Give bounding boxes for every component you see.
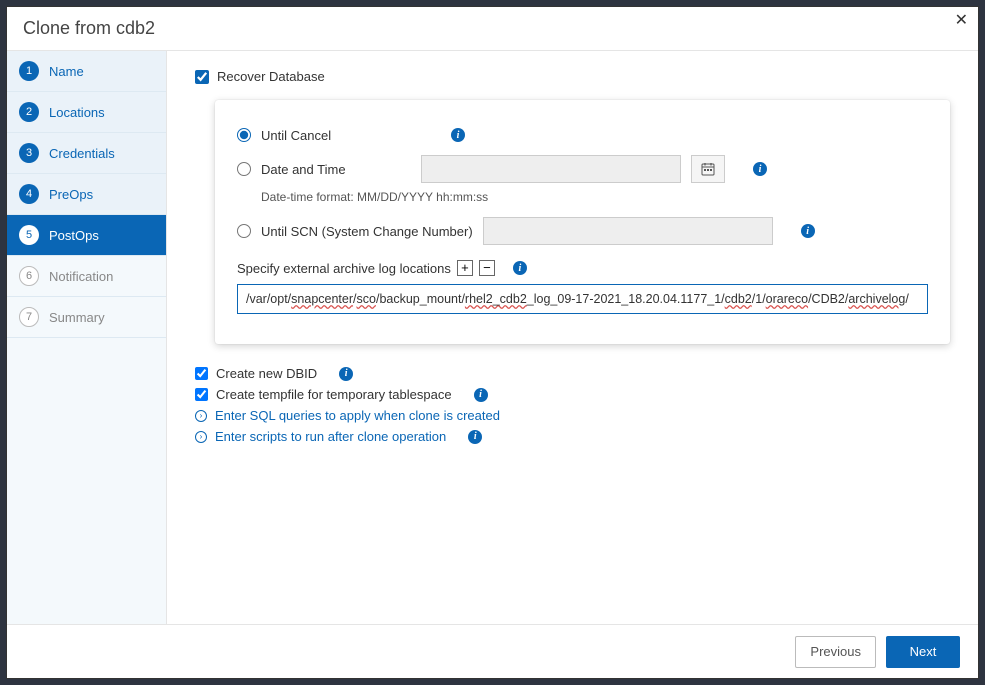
archive-locations-label: Specify external archive log locations [237, 261, 451, 276]
sql-queries-expand[interactable]: Enter SQL queries to apply when clone is… [195, 408, 950, 423]
create-new-dbid-row: Create new DBID [195, 366, 950, 381]
step-label: Credentials [49, 146, 115, 161]
create-tempfile-label: Create tempfile for temporary tablespace [216, 387, 452, 402]
info-icon[interactable] [753, 162, 767, 176]
step-label: Locations [49, 105, 105, 120]
step-credentials[interactable]: 3 Credentials [7, 133, 166, 174]
until-cancel-label: Until Cancel [261, 128, 411, 143]
archive-path-input[interactable]: /var/opt/snapcenter/sco/backup_mount/rhe… [237, 284, 928, 314]
recover-database-label: Recover Database [217, 69, 325, 84]
recover-options-card: Until Cancel Date and Time Date-time for… [215, 100, 950, 344]
step-postops[interactable]: 5 PostOps [7, 215, 166, 256]
recover-database-row: Recover Database [195, 69, 950, 84]
main-panel: Recover Database Until Cancel Date and T… [167, 51, 978, 624]
previous-button[interactable]: Previous [795, 636, 876, 668]
scn-input[interactable] [483, 217, 773, 245]
remove-location-button[interactable]: − [479, 260, 495, 276]
dialog-body: 1 Name 2 Locations 3 Credentials 4 PreOp… [7, 51, 978, 624]
info-icon[interactable] [513, 261, 527, 275]
info-icon[interactable] [474, 388, 488, 402]
scripts-label: Enter scripts to run after clone operati… [215, 429, 446, 444]
step-number: 7 [19, 307, 39, 327]
until-scn-label: Until SCN (System Change Number) [261, 224, 473, 239]
info-icon[interactable] [468, 430, 482, 444]
recover-database-checkbox[interactable] [195, 70, 209, 84]
step-number: 2 [19, 102, 39, 122]
step-number: 4 [19, 184, 39, 204]
titlebar: Clone from cdb2 ✕ [7, 7, 978, 51]
dialog-title: Clone from cdb2 [23, 18, 155, 39]
close-icon[interactable]: ✕ [955, 13, 968, 29]
step-number: 6 [19, 266, 39, 286]
date-time-label: Date and Time [261, 162, 411, 177]
archive-locations-row: Specify external archive log locations +… [237, 260, 928, 276]
step-number: 3 [19, 143, 39, 163]
scripts-expand[interactable]: Enter scripts to run after clone operati… [195, 429, 950, 444]
additional-options: Create new DBID Create tempfile for temp… [195, 366, 950, 450]
step-name[interactable]: 1 Name [7, 51, 166, 92]
date-time-radio[interactable] [237, 162, 251, 176]
step-label: PostOps [49, 228, 99, 243]
info-icon[interactable] [451, 128, 465, 142]
info-icon[interactable] [339, 367, 353, 381]
step-label: Name [49, 64, 84, 79]
step-summary: 7 Summary [7, 297, 166, 338]
step-preops[interactable]: 4 PreOps [7, 174, 166, 215]
step-label: PreOps [49, 187, 93, 202]
step-notification: 6 Notification [7, 256, 166, 297]
create-new-dbid-checkbox[interactable] [195, 367, 208, 380]
chevron-right-icon [195, 431, 207, 443]
until-scn-radio[interactable] [237, 224, 251, 238]
date-time-row: Date and Time [237, 152, 928, 186]
create-new-dbid-label: Create new DBID [216, 366, 317, 381]
step-number: 5 [19, 225, 39, 245]
clone-dialog: Clone from cdb2 ✕ 1 Name 2 Locations 3 C… [6, 6, 979, 679]
info-icon[interactable] [801, 224, 815, 238]
next-button[interactable]: Next [886, 636, 960, 668]
step-number: 1 [19, 61, 39, 81]
wizard-sidebar: 1 Name 2 Locations 3 Credentials 4 PreOp… [7, 51, 167, 624]
date-time-hint: Date-time format: MM/DD/YYYY hh:mm:ss [261, 190, 928, 204]
until-scn-row: Until SCN (System Change Number) [237, 214, 928, 248]
until-cancel-row: Until Cancel [237, 118, 928, 152]
until-cancel-radio[interactable] [237, 128, 251, 142]
create-tempfile-checkbox[interactable] [195, 388, 208, 401]
date-time-input[interactable] [421, 155, 681, 183]
sql-queries-label: Enter SQL queries to apply when clone is… [215, 408, 500, 423]
step-locations[interactable]: 2 Locations [7, 92, 166, 133]
step-label: Notification [49, 269, 113, 284]
create-tempfile-row: Create tempfile for temporary tablespace [195, 387, 950, 402]
step-label: Summary [49, 310, 105, 325]
dialog-footer: Previous Next [7, 624, 978, 678]
add-location-button[interactable]: + [457, 260, 473, 276]
chevron-right-icon [195, 410, 207, 422]
calendar-icon[interactable] [691, 155, 725, 183]
